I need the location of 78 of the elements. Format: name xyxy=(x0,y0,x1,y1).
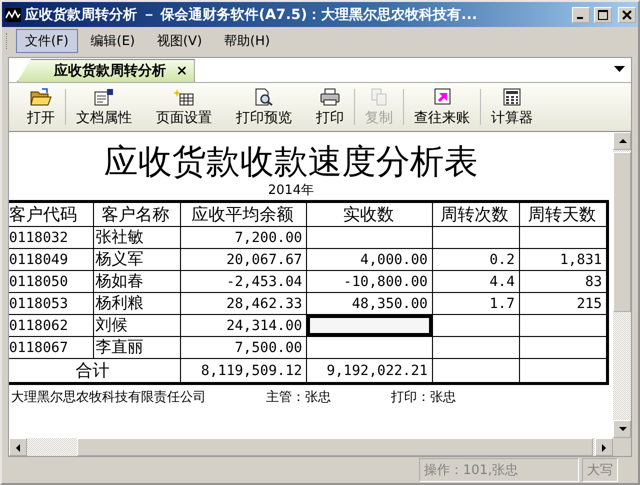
table-cell[interactable]: 7,500.00 xyxy=(180,336,307,358)
toolbar-button[interactable]: 查往来账 xyxy=(408,86,476,128)
vertical-scrollbar[interactable] xyxy=(613,132,631,438)
table-cell[interactable] xyxy=(306,226,432,248)
operator-status: 操作：101,张忠 xyxy=(419,458,579,482)
triangle-arrow-icon xyxy=(14,442,22,452)
scroll-left-button[interactable] xyxy=(9,438,27,456)
company-name: 大理黑尔思农牧科技有限责任公司 xyxy=(11,389,206,406)
column-header: 周转次数 xyxy=(432,202,520,226)
page-grid-icon xyxy=(173,88,195,106)
table-cell[interactable]: 0118049 xyxy=(9,248,94,270)
table-cell[interactable]: 0118050 xyxy=(9,270,94,292)
table-cell[interactable]: 0118067 xyxy=(9,336,94,358)
table-cell[interactable]: 杨如春 xyxy=(93,270,180,292)
table-cell[interactable] xyxy=(306,336,432,358)
printer-icon xyxy=(319,88,341,106)
table-cell[interactable]: -10,800.00 xyxy=(306,270,432,292)
table-cell[interactable]: 刘候 xyxy=(93,314,180,336)
maximize-button[interactable] xyxy=(594,6,612,22)
table-cell[interactable]: 4.4 xyxy=(432,270,520,292)
app-icon xyxy=(5,8,21,22)
table-cell[interactable]: 7,200.00 xyxy=(180,226,307,248)
table-cell[interactable] xyxy=(432,314,520,336)
column-header: 应收平均余额 xyxy=(180,202,307,226)
maximize-icon xyxy=(598,10,608,20)
column-header: 客户代码 xyxy=(9,202,94,226)
table-cell[interactable]: 0118032 xyxy=(9,226,94,248)
document-tab[interactable]: 应收货款周转分析 × xyxy=(17,59,195,82)
column-header: 实收数 xyxy=(306,202,432,226)
scroll-right-button[interactable] xyxy=(595,438,613,456)
toolbar-button[interactable]: 计算器 xyxy=(485,86,539,128)
table-cell[interactable] xyxy=(432,336,520,358)
table-cell[interactable]: 李直丽 xyxy=(93,336,180,358)
table-cell[interactable]: 1.7 xyxy=(432,292,520,314)
report-title: 应收货款收款速度分析表 xyxy=(103,141,479,182)
scroll-up-button[interactable] xyxy=(613,132,631,150)
magnifier-page-icon xyxy=(253,88,275,106)
calculator-icon xyxy=(501,88,523,106)
tab-close-button[interactable]: × xyxy=(176,63,188,79)
menu-item[interactable]: 视图(V) xyxy=(148,29,212,53)
menu-item[interactable]: 文件(F) xyxy=(16,29,78,53)
scroll-thumb[interactable] xyxy=(613,152,631,312)
table-cell[interactable]: 杨义军 xyxy=(93,248,180,270)
report-year: 2014年 xyxy=(266,182,316,200)
close-button[interactable] xyxy=(618,6,636,22)
toolbar-button[interactable]: 打印 xyxy=(310,86,350,128)
table-cell[interactable]: 24,314.00 xyxy=(180,314,307,336)
scroll-down-button[interactable] xyxy=(613,420,631,438)
triangle-arrow-icon xyxy=(618,136,626,146)
table-cell[interactable]: 杨利粮 xyxy=(93,292,180,314)
tab-label: 应收货款周转分析 xyxy=(54,62,166,80)
table-cell[interactable] xyxy=(306,314,432,336)
column-header: 客户名称 xyxy=(93,202,180,226)
minimize-icon xyxy=(577,16,583,18)
table-cell[interactable] xyxy=(432,226,520,248)
toolbar-button[interactable]: 打印预览 xyxy=(230,86,298,128)
toolbar-button[interactable]: 文档属性 xyxy=(70,86,138,128)
table-cell[interactable]: 0118053 xyxy=(9,292,94,314)
table-cell[interactable]: -2,453.04 xyxy=(180,270,307,292)
caps-lock-indicator: 大写 xyxy=(582,458,618,482)
table-cell[interactable]: 张社敏 xyxy=(93,226,180,248)
table-cell[interactable]: 28,462.33 xyxy=(180,292,307,314)
dropdown-arrow-icon[interactable] xyxy=(614,66,625,72)
close-icon xyxy=(622,10,632,20)
folder-icon xyxy=(30,88,52,106)
printer-label: 打印：张忠 xyxy=(391,389,456,406)
table-cell[interactable]: 20,067.67 xyxy=(180,248,307,270)
menu-item[interactable]: 编辑(E) xyxy=(82,29,144,53)
menu-item[interactable]: 帮助(H) xyxy=(215,29,279,53)
minimize-button[interactable] xyxy=(572,6,590,22)
window-title: 应收货款周转分析 － 保会通财务软件(A7.5)：大理黑尔思农牧科技有... xyxy=(25,6,478,24)
supervisor-label: 主管：张忠 xyxy=(266,389,331,406)
table-cell[interactable]: 0.2 xyxy=(432,248,520,270)
table-cell[interactable]: 4,000.00 xyxy=(306,248,432,270)
toolbar-button[interactable]: 页面设置 xyxy=(150,86,218,128)
document-icon xyxy=(93,88,115,106)
toolbar-button[interactable]: 打开 xyxy=(21,86,61,128)
table-cell[interactable]: 0118062 xyxy=(9,314,94,336)
